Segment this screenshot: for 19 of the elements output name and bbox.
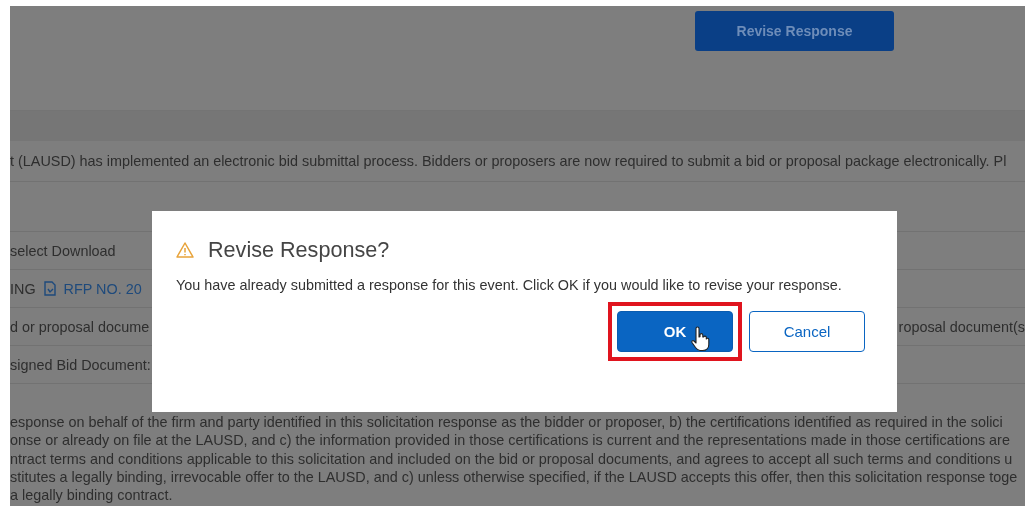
hand-cursor-icon <box>690 326 710 352</box>
row-text: ING <box>10 280 36 297</box>
terms-text-line: ntract terms and conditions applicable to this solicitation and included on the bid or proposal documents, and agrees to accept all such terms and conditions u <box>10 449 1014 468</box>
row-text: d or proposal docume <box>10 318 150 335</box>
cancel-button[interactable]: Cancel <box>749 311 865 352</box>
document-icon <box>41 281 58 296</box>
warning-icon <box>176 242 194 258</box>
intro-text: t (LAUSD) has implemented an electronic bid submittal process. Bidders or proposers are now required to submit a bid or proposal package electronically. Pl <box>10 153 1007 169</box>
row-text: signed Bid Document: <box>10 356 151 373</box>
revise-response-button[interactable]: Revise Response <box>695 11 894 51</box>
row-text: select Download <box>10 242 116 259</box>
dialog-message: You have already submitted a response for this event. Click OK if you would like to revise your response. <box>176 277 843 293</box>
ok-button[interactable]: OK <box>617 311 733 352</box>
dialog-title: Revise Response? <box>208 237 390 263</box>
terms-text-line: esponse on behalf of the firm and party identified in this solicitation response as the bidder or proposer, b) the certifications identified as required in the solici <box>10 413 1004 432</box>
terms-text-line: stitutes a legally binding, irrevocable offer to the LAUSD, and c) unless otherwise specified, if the LAUSD accepts this offer, then this solicitation response toge <box>10 467 1019 487</box>
terms-text-line: a legally binding contract. <box>10 486 174 505</box>
terms-text-line: onse or already on file at the LAUSD, and c) the information provided in those certifications is current and the representations made in those certifications are <box>10 431 1011 450</box>
row-text: roposal document(s <box>898 318 1025 335</box>
